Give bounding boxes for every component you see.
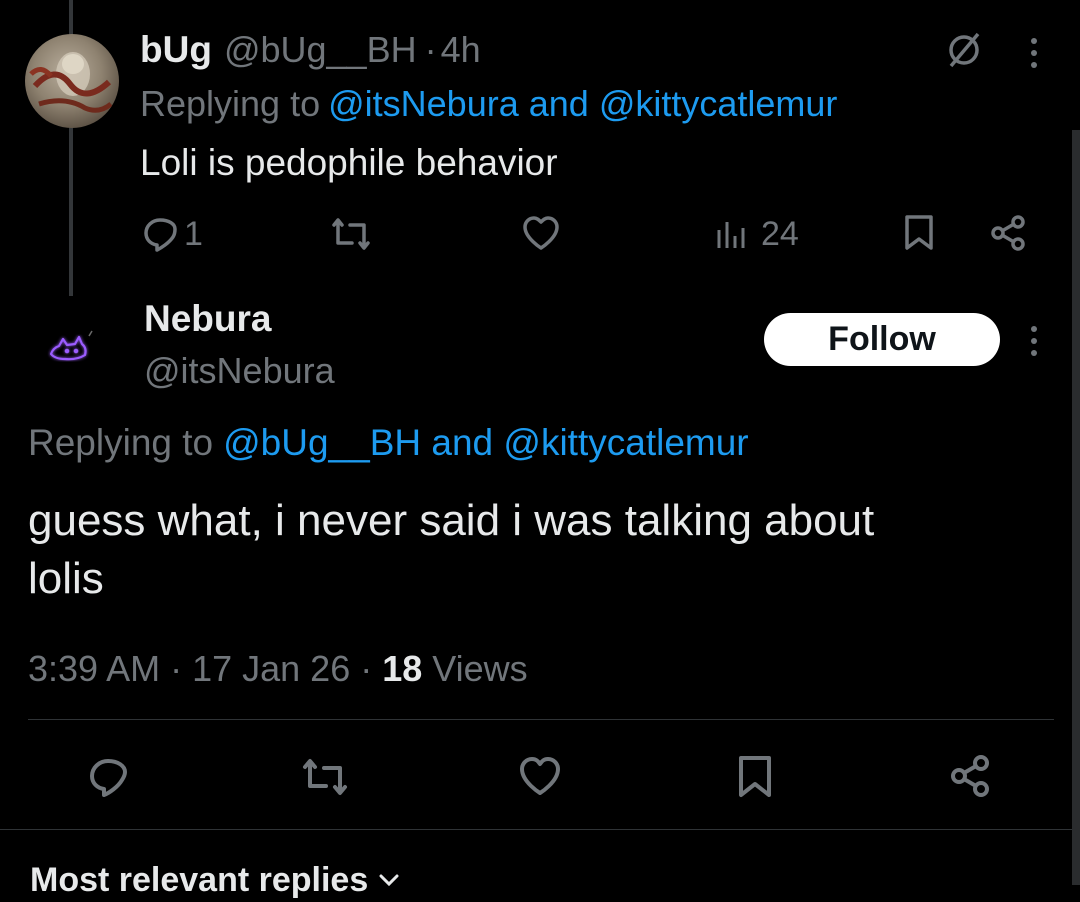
- bookmark-icon[interactable]: [737, 755, 773, 799]
- sort-replies-dropdown[interactable]: Most relevant replies: [30, 858, 400, 902]
- separator-dot: ·: [424, 29, 437, 70]
- reply-action[interactable]: 1: [140, 212, 203, 256]
- replying-to-label: Replying to: [28, 422, 214, 463]
- author-handle[interactable]: @bUg__BH: [224, 29, 417, 71]
- tweet-meta: 3:39 AM · 17 Jan 26 · 18 Views: [28, 646, 528, 692]
- reply-icon[interactable]: [86, 755, 130, 799]
- author-handle[interactable]: @itsNebura: [144, 350, 335, 392]
- bookmark-icon[interactable]: [903, 214, 935, 252]
- replying-to-label: Replying to: [140, 83, 321, 124]
- views-label[interactable]: Views: [422, 648, 527, 690]
- grok-icon[interactable]: [944, 30, 984, 70]
- mention-link[interactable]: @kittycatlemur: [599, 83, 838, 125]
- like-icon[interactable]: [521, 215, 561, 251]
- avatar[interactable]: [25, 34, 119, 128]
- avatar[interactable]: [45, 322, 95, 372]
- sort-replies-label: Most relevant replies: [30, 860, 369, 899]
- replying-and: and: [518, 83, 599, 124]
- views-action[interactable]: 24: [713, 212, 799, 256]
- share-icon[interactable]: [988, 214, 1028, 252]
- more-options-icon[interactable]: [1027, 36, 1041, 70]
- tweet-text: Loli is pedophile behavior: [140, 142, 558, 183]
- chevron-down-icon: [378, 872, 400, 888]
- repost-icon[interactable]: [330, 215, 372, 253]
- separator-dot: ·: [160, 648, 193, 689]
- replying-and: and: [421, 422, 504, 463]
- views-count[interactable]: 18: [382, 648, 422, 690]
- reply-count: 1: [184, 214, 203, 253]
- follow-button[interactable]: Follow: [764, 313, 1000, 366]
- tweet-text: guess what, i never said i was talking a…: [28, 492, 874, 608]
- more-options-icon[interactable]: [1027, 324, 1041, 358]
- author-display-name[interactable]: Nebura: [144, 298, 271, 340]
- author-display-name[interactable]: bUg: [140, 29, 212, 71]
- mention-link[interactable]: @itsNebura: [328, 83, 519, 125]
- view-count: 24: [761, 214, 799, 253]
- reply-icon: [140, 214, 180, 254]
- analytics-icon: [713, 216, 749, 252]
- tweet-date[interactable]: 17 Jan 26: [192, 648, 350, 690]
- tweet-text-line: lolis: [28, 554, 104, 603]
- divider: [0, 829, 1072, 830]
- repost-icon[interactable]: [301, 756, 349, 798]
- tweet-timestamp[interactable]: 4h: [441, 29, 481, 71]
- scrollbar[interactable]: [1072, 130, 1080, 885]
- tweet-time[interactable]: 3:39 AM: [28, 648, 160, 690]
- replying-to-line: Replying to @bUg__BH and @kittycatlemur: [28, 420, 749, 466]
- like-icon[interactable]: [518, 756, 562, 796]
- replying-to-line: Replying to @itsNebura and @kittycatlemu…: [140, 82, 837, 126]
- tweet-text-line: guess what, i never said i was talking a…: [28, 496, 875, 545]
- mention-link[interactable]: @bUg__BH: [223, 422, 421, 464]
- share-icon[interactable]: [948, 754, 992, 798]
- mention-link[interactable]: @kittycatlemur: [503, 422, 748, 464]
- divider: [28, 719, 1054, 720]
- separator-dot: ·: [350, 648, 383, 689]
